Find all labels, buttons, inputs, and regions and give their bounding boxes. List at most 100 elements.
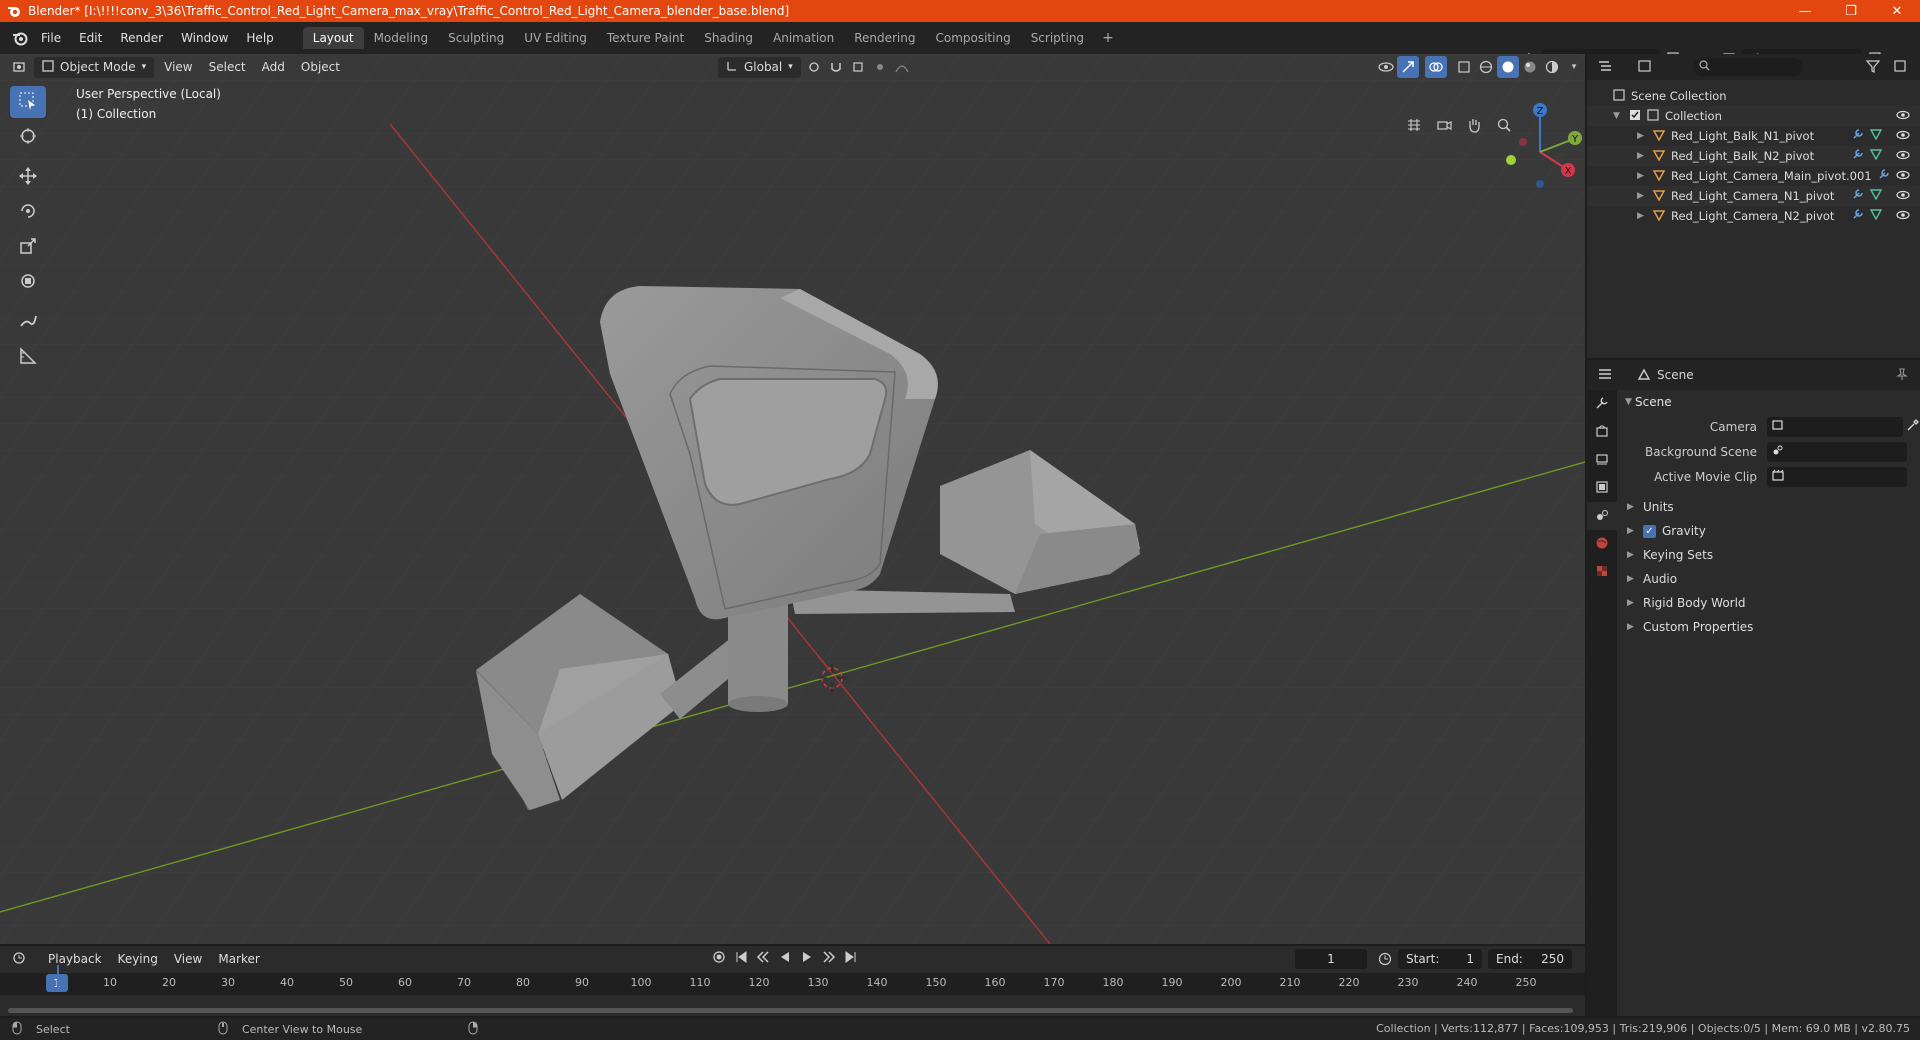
tab-animation[interactable]: Animation	[763, 27, 844, 49]
new-collection-icon[interactable]	[1893, 59, 1907, 76]
blender-menu-icon[interactable]	[8, 26, 32, 50]
timeline-scrollbar[interactable]	[8, 1008, 1573, 1013]
visibility-eye-icon[interactable]	[1896, 189, 1910, 204]
preview-range-icon[interactable]	[1378, 952, 1392, 969]
tab-shading[interactable]: Shading	[694, 27, 763, 49]
mesh-data-icon[interactable]	[1869, 208, 1883, 223]
3d-viewport[interactable]: Object Mode ▾ View Select Add Object Glo…	[0, 54, 1585, 944]
outliner-object-row[interactable]: ▶ Red_Light_Camera_N1_pivot	[1587, 186, 1920, 206]
filter-icon[interactable]	[1865, 59, 1881, 76]
restore-button[interactable]: ❐	[1828, 0, 1874, 22]
timeline-ruler[interactable]: 1 10 20 30 40 50 60 70 80 90 100 110 120…	[0, 973, 1585, 995]
background-scene-field[interactable]	[1767, 441, 1907, 462]
expand-chevron-icon[interactable]: ▶	[1637, 211, 1647, 221]
collapsed-chevron-icon[interactable]: ▶	[1627, 502, 1637, 512]
visibility-eye-icon[interactable]	[1896, 109, 1910, 124]
properties-editor-icon[interactable]	[1597, 367, 1615, 384]
active-movie-clip-field[interactable]	[1767, 466, 1907, 487]
tab-compositing[interactable]: Compositing	[925, 27, 1020, 49]
viewport-menu-object[interactable]: Object	[293, 57, 348, 77]
viewport-menu-add[interactable]: Add	[254, 57, 293, 77]
axis-gizmo-icon[interactable]: Z X Y	[1495, 92, 1585, 192]
timeline-menu-keying[interactable]: Keying	[110, 952, 166, 966]
tab-scripting[interactable]: Scripting	[1021, 27, 1094, 49]
tab-modeling[interactable]: Modeling	[364, 27, 439, 49]
tab-scene[interactable]	[1587, 502, 1617, 530]
pan-hand-icon[interactable]	[1463, 114, 1485, 136]
units-subpanel[interactable]: ▶ Units	[1617, 495, 1920, 519]
expand-chevron-icon[interactable]: ▶	[1637, 191, 1647, 201]
collapsed-chevron-icon[interactable]: ▶	[1627, 622, 1637, 632]
measure-tool[interactable]	[10, 341, 46, 373]
current-frame-field[interactable]: 1	[1295, 949, 1367, 969]
outliner-object-row[interactable]: ▶ Red_Light_Camera_Main_pivot.001	[1587, 166, 1920, 186]
start-frame-field[interactable]: Start: 1	[1398, 949, 1482, 969]
rotate-tool[interactable]	[10, 196, 46, 228]
tab-output[interactable]	[1587, 446, 1617, 474]
snap-icon[interactable]	[825, 56, 847, 78]
select-box-tool[interactable]	[10, 86, 46, 118]
keying-sets-subpanel[interactable]: ▶ Keying Sets	[1617, 543, 1920, 567]
play-reverse-icon[interactable]	[778, 950, 792, 967]
wrench-icon[interactable]	[1852, 128, 1864, 143]
outliner-search-input[interactable]	[1693, 58, 1803, 76]
transform-tool[interactable]	[10, 266, 46, 298]
camera-view-icon[interactable]	[1433, 114, 1455, 136]
visibility-eye-icon[interactable]	[1896, 209, 1910, 224]
viewport-menu-view[interactable]: View	[156, 57, 200, 77]
wrench-icon[interactable]	[1852, 188, 1864, 203]
proportional-edit-icon[interactable]	[869, 56, 891, 78]
snap-target-icon[interactable]	[847, 56, 869, 78]
outliner-object-row[interactable]: ▶ Red_Light_Balk_N2_pivot	[1587, 146, 1920, 166]
visibility-eye-icon[interactable]	[1896, 149, 1910, 164]
pin-icon[interactable]	[1896, 368, 1908, 383]
record-icon[interactable]	[712, 950, 726, 967]
move-tool[interactable]	[10, 161, 46, 193]
tab-tool[interactable]	[1587, 390, 1617, 418]
minimize-button[interactable]: —	[1782, 0, 1828, 22]
wrench-icon[interactable]	[1852, 148, 1864, 163]
falloff-icon[interactable]	[891, 56, 913, 78]
timeline-editor-icon[interactable]	[12, 951, 30, 968]
add-workspace-button[interactable]: +	[1094, 30, 1122, 46]
expand-chevron-icon[interactable]: ▶	[1637, 171, 1647, 181]
collapsed-chevron-icon[interactable]: ▶	[1627, 550, 1637, 560]
visibility-eye-icon[interactable]	[1896, 169, 1910, 184]
grid-view-icon[interactable]	[1403, 114, 1425, 136]
jump-start-icon[interactable]	[734, 950, 748, 967]
collapsed-chevron-icon[interactable]: ▶	[1627, 526, 1637, 536]
prev-keyframe-icon[interactable]	[756, 950, 770, 967]
next-keyframe-icon[interactable]	[822, 950, 836, 967]
collapsed-chevron-icon[interactable]: ▶	[1627, 574, 1637, 584]
outliner-collection[interactable]: ▼ Collection	[1587, 106, 1920, 126]
tab-view-layer[interactable]	[1587, 474, 1617, 502]
tab-render[interactable]	[1587, 418, 1617, 446]
tab-sculpting[interactable]: Sculpting	[438, 27, 514, 49]
menu-help[interactable]: Help	[237, 31, 282, 45]
display-mode-icon[interactable]	[1637, 59, 1653, 76]
timeline-menu-view[interactable]: View	[166, 952, 210, 966]
jump-end-icon[interactable]	[844, 950, 858, 967]
collection-checkbox[interactable]	[1629, 109, 1641, 124]
outliner-scene-collection[interactable]: Scene Collection	[1587, 86, 1920, 106]
play-icon[interactable]	[800, 950, 814, 967]
menu-file[interactable]: File	[32, 31, 70, 45]
mode-dropdown[interactable]: Object Mode ▾	[34, 56, 155, 78]
menu-window[interactable]: Window	[172, 31, 237, 45]
menu-render[interactable]: Render	[111, 31, 172, 45]
timeline-menu-marker[interactable]: Marker	[210, 952, 267, 966]
collapsed-chevron-icon[interactable]: ▶	[1627, 598, 1637, 608]
gravity-subpanel[interactable]: ▶ ✓ Gravity	[1617, 519, 1920, 543]
close-button[interactable]: ✕	[1874, 0, 1920, 22]
viewport-menu-select[interactable]: Select	[201, 57, 254, 77]
end-frame-field[interactable]: End: 250	[1488, 949, 1572, 969]
transform-orientation-dropdown[interactable]: Global ▾	[717, 56, 801, 78]
wrench-icon[interactable]	[1878, 168, 1890, 183]
tab-layout[interactable]: Layout	[302, 27, 364, 49]
tab-uv-editing[interactable]: UV Editing	[514, 27, 597, 49]
scene-section-header[interactable]: ▼ Scene	[1617, 390, 1920, 414]
expand-chevron-icon[interactable]: ▼	[1613, 111, 1623, 121]
annotate-tool[interactable]	[10, 306, 46, 338]
pivot-icon[interactable]	[803, 56, 825, 78]
outliner-editor-icon[interactable]	[1597, 59, 1615, 76]
